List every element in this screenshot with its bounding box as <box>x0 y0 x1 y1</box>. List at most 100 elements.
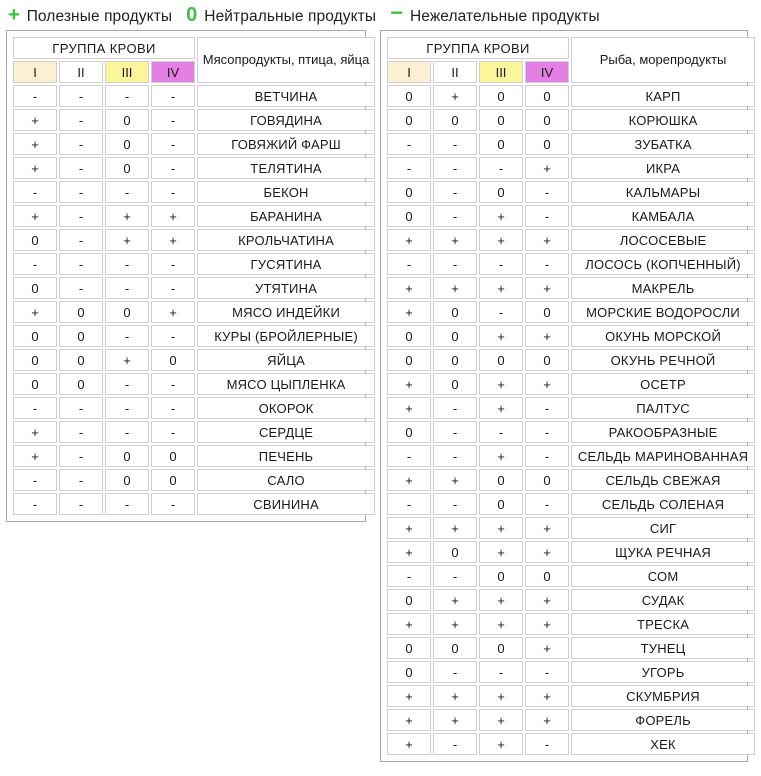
blood-group-header: ГРУППА КРОВИ <box>387 37 570 59</box>
mark-cell: - <box>525 397 570 419</box>
product-name-cell: КОРЮШКА <box>571 109 756 131</box>
mark-cell: - <box>151 373 196 395</box>
mark-cell: + <box>13 133 57 155</box>
mark-cell: 0 <box>13 349 57 371</box>
mark-cell: + <box>525 373 570 395</box>
product-name-cell: МЯСО ЦЫПЛЕНКА <box>197 373 376 395</box>
mark-cell: - <box>59 229 103 251</box>
table-row: +0-0 МОРСКИЕ ВОДОРОСЛИ <box>387 301 756 323</box>
mark-cell: + <box>479 685 523 707</box>
mark-cell: + <box>525 157 570 179</box>
mark-cell: + <box>433 709 477 731</box>
mark-cell: 0 <box>13 277 57 299</box>
product-name-cell: СЕЛЬДЬ СОЛЕНАЯ <box>571 493 756 515</box>
product-name-cell: ПАЛТУС <box>571 397 756 419</box>
mark-cell: - <box>433 205 477 227</box>
table-row: +0 0 + МЯСО ИНДЕЙКИ <box>13 301 376 323</box>
table-row: 0 0 +0 ЯЙЦА <box>13 349 376 371</box>
blood-group-4: IV <box>151 61 196 83</box>
product-name-cell: КАМБАЛА <box>571 205 756 227</box>
mark-cell: - <box>59 445 103 467</box>
mark-cell: 0 <box>387 85 431 107</box>
table-row: - -0- СЕЛЬДЬ СОЛЕНАЯ <box>387 493 756 515</box>
table-row: 0 0 0 0 КОРЮШКА <box>387 109 756 131</box>
mark-cell: + <box>387 277 431 299</box>
mark-cell: - <box>59 181 103 203</box>
legend-item-undesirable: − Нежелательные продукты <box>390 2 600 26</box>
table-row: - - - + ИКРА <box>387 157 756 179</box>
mark-cell: - <box>525 493 570 515</box>
table-row: + + + + ФОРЕЛЬ <box>387 709 756 731</box>
mark-cell: 0 <box>433 541 477 563</box>
mark-cell: - <box>151 397 196 419</box>
mark-cell: + <box>525 613 570 635</box>
product-name-cell: КРОЛЬЧАТИНА <box>197 229 376 251</box>
zero-icon: 0 <box>186 3 198 26</box>
mark-cell: + <box>479 277 523 299</box>
mark-cell: - <box>151 157 196 179</box>
mark-cell: + <box>479 589 523 611</box>
header-row-blood-group: ГРУППА КРОВИ Мясопродукты, птица, яйца <box>13 37 376 83</box>
product-name-cell: ТУНЕЦ <box>571 637 756 659</box>
mark-cell: - <box>105 277 149 299</box>
product-name-cell: ГУСЯТИНА <box>197 253 376 275</box>
mark-cell: + <box>151 301 196 323</box>
mark-cell: - <box>525 445 570 467</box>
table-row: 0 0 + + ОКУНЬ МОРСКОЙ <box>387 325 756 347</box>
mark-cell: 0 <box>59 373 103 395</box>
mark-cell: - <box>13 469 57 491</box>
blood-group-header: ГРУППА КРОВИ <box>13 37 196 59</box>
blood-group-2: II <box>433 61 477 83</box>
mark-cell: - <box>479 157 523 179</box>
mark-cell: + <box>387 373 431 395</box>
mark-cell: - <box>105 253 149 275</box>
fish-table-body: 0 +0 0 КАРП 0 0 0 0 КОРЮШКА - -0 0 ЗУБАТКА - - - + ИКРА 0-… <box>387 85 756 755</box>
mark-cell: - <box>59 205 103 227</box>
legend-item-neutral: 0 Нейтральные продукты <box>186 5 376 26</box>
mark-cell: 0 <box>525 469 570 491</box>
mark-cell: - <box>105 373 149 395</box>
mark-cell: + <box>479 541 523 563</box>
mark-cell: 0 <box>105 133 149 155</box>
mark-cell: 0 <box>433 349 477 371</box>
mark-cell: - <box>59 493 103 515</box>
mark-cell: + <box>479 229 523 251</box>
product-name-cell: ОСЕТР <box>571 373 756 395</box>
table-fish-products: ГРУППА КРОВИ Рыба, морепродукты I II III… <box>380 30 756 762</box>
mark-cell: + <box>105 205 149 227</box>
product-name-cell: САЛО <box>197 469 376 491</box>
product-name-cell: СЕЛЬДЬ МАРИНОВАННАЯ <box>571 445 756 467</box>
mark-cell: - <box>151 109 196 131</box>
mark-cell: - <box>105 181 149 203</box>
mark-cell: + <box>151 229 196 251</box>
mark-cell: - <box>525 253 570 275</box>
product-name-cell: ВЕТЧИНА <box>197 85 376 107</box>
mark-cell: 0 <box>387 349 431 371</box>
product-name-cell: УГОРЬ <box>571 661 756 683</box>
mark-cell: 0 <box>59 349 103 371</box>
mark-cell: 0 <box>433 109 477 131</box>
mark-cell: 0 <box>433 637 477 659</box>
product-name-cell: МОРСКИЕ ВОДОРОСЛИ <box>571 301 756 323</box>
mark-cell: - <box>433 253 477 275</box>
table-row: +0 + + ОСЕТР <box>387 373 756 395</box>
blood-group-1: I <box>13 61 57 83</box>
mark-cell: 0 <box>433 301 477 323</box>
mark-cell: 0 <box>387 325 431 347</box>
mark-cell: - <box>105 421 149 443</box>
table-row: + - + - ХЕК <box>387 733 756 755</box>
mark-cell: + <box>433 277 477 299</box>
mark-cell: + <box>525 589 570 611</box>
mark-cell: - <box>479 661 523 683</box>
mark-cell: - <box>105 85 149 107</box>
mark-cell: + <box>525 541 570 563</box>
product-name-cell: ОКОРОК <box>197 397 376 419</box>
mark-cell: 0 <box>13 229 57 251</box>
mark-cell: - <box>151 421 196 443</box>
mark-cell: + <box>387 517 431 539</box>
mark-cell: 0 <box>13 373 57 395</box>
mark-cell: - <box>479 253 523 275</box>
table-row: + + + + ЛОСОСЕВЫЕ <box>387 229 756 251</box>
mark-cell: - <box>433 733 477 755</box>
mark-cell: 0 <box>105 445 149 467</box>
